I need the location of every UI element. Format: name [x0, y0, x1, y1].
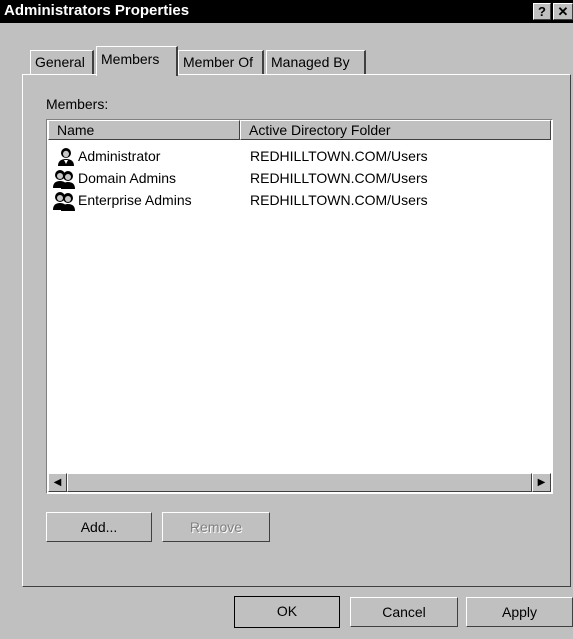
- tab-managed-by-label: Managed By: [271, 54, 350, 70]
- close-button[interactable]: ✕: [553, 3, 573, 20]
- scroll-left-button[interactable]: ◀: [48, 473, 67, 492]
- list-item[interactable]: Administrator REDHILLTOWN.COM/Users: [48, 145, 551, 167]
- scroll-thumb[interactable]: [67, 473, 532, 492]
- remove-button-label: Remove: [189, 519, 243, 535]
- apply-button-label: Apply: [501, 604, 538, 620]
- member-name: Enterprise Admins: [78, 192, 192, 208]
- tab-members-label: Members: [101, 51, 160, 67]
- column-header-name[interactable]: Name: [48, 120, 240, 140]
- apply-button[interactable]: Apply: [466, 597, 573, 627]
- scroll-right-button[interactable]: ▶: [532, 473, 551, 492]
- tab-managed-by[interactable]: Managed By: [266, 50, 366, 74]
- window-title: Administrators Properties: [4, 2, 190, 19]
- help-icon: ?: [538, 4, 546, 19]
- tab-general-label: General: [35, 54, 85, 70]
- column-header-name-label: Name: [57, 122, 95, 138]
- group-icon: [53, 192, 75, 212]
- member-folder: REDHILLTOWN.COM/Users: [250, 170, 428, 186]
- ok-button[interactable]: OK: [234, 596, 340, 628]
- cancel-button[interactable]: Cancel: [350, 597, 458, 627]
- add-button[interactable]: Add...: [46, 512, 152, 542]
- group-icon: [53, 170, 75, 190]
- tab-member-of[interactable]: Member Of: [178, 50, 264, 74]
- horizontal-scrollbar[interactable]: ◀ ▶: [48, 473, 551, 492]
- list-item[interactable]: Domain Admins REDHILLTOWN.COM/Users: [48, 167, 551, 190]
- user-icon: [58, 148, 74, 167]
- members-rows: Administrator REDHILLTOWN.COM/Users Doma…: [48, 145, 551, 212]
- remove-button: Remove: [162, 512, 270, 542]
- list-item[interactable]: Enterprise Admins REDHILLTOWN.COM/Users: [48, 189, 551, 212]
- arrow-right-icon: ▶: [537, 477, 546, 488]
- tab-members[interactable]: Members: [96, 46, 178, 76]
- member-name: Domain Admins: [78, 170, 177, 186]
- tab-general[interactable]: General: [30, 50, 94, 74]
- arrow-left-icon: ◀: [53, 477, 62, 488]
- close-icon: ✕: [557, 4, 569, 19]
- cancel-button-label: Cancel: [382, 604, 426, 620]
- column-header-folder-label: Active Directory Folder: [249, 122, 391, 138]
- member-name: Administrator: [78, 148, 161, 164]
- member-folder: REDHILLTOWN.COM/Users: [250, 148, 428, 164]
- add-button-label: Add...: [80, 519, 118, 535]
- help-button[interactable]: ?: [533, 3, 551, 20]
- tab-member-of-label: Member Of: [183, 54, 254, 70]
- ok-button-label: OK: [276, 603, 298, 619]
- member-folder: REDHILLTOWN.COM/Users: [250, 192, 428, 208]
- members-label: Members:: [46, 96, 109, 112]
- column-header-folder[interactable]: Active Directory Folder: [240, 120, 551, 140]
